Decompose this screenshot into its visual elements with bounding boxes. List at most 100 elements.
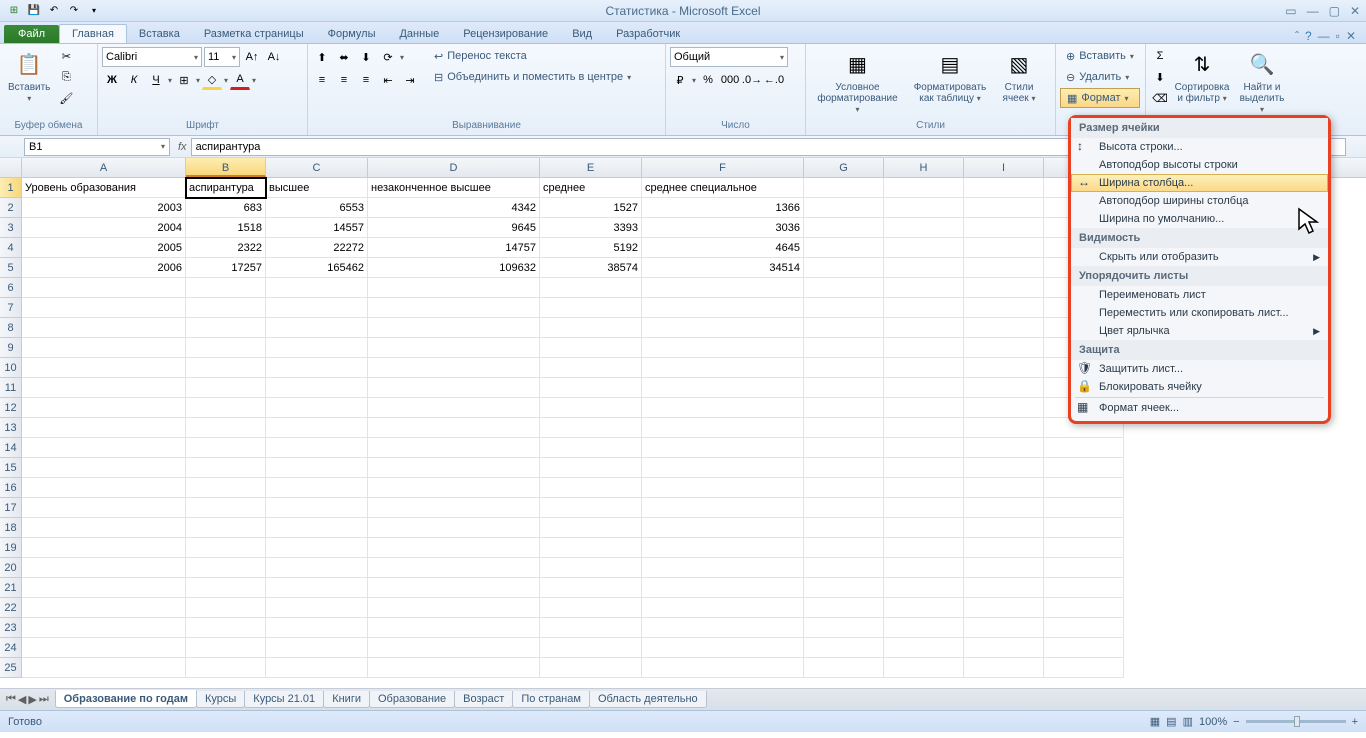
- row-header[interactable]: 6: [0, 278, 22, 298]
- row-header[interactable]: 16: [0, 478, 22, 498]
- number-format-combo[interactable]: Общий▾: [670, 47, 788, 67]
- cell[interactable]: [540, 638, 642, 658]
- row-header[interactable]: 24: [0, 638, 22, 658]
- cell[interactable]: [804, 318, 884, 338]
- cell[interactable]: [540, 518, 642, 538]
- cell[interactable]: [884, 238, 964, 258]
- cell[interactable]: Уровень образования: [22, 178, 186, 198]
- cell[interactable]: [804, 298, 884, 318]
- sheet-tab[interactable]: Курсы: [196, 691, 245, 708]
- name-box[interactable]: B1▾: [24, 138, 170, 156]
- cell[interactable]: [186, 458, 266, 478]
- cell[interactable]: [884, 438, 964, 458]
- cell[interactable]: [804, 438, 884, 458]
- cell[interactable]: [186, 638, 266, 658]
- cell[interactable]: [804, 198, 884, 218]
- cell[interactable]: [642, 438, 804, 458]
- cell[interactable]: [804, 658, 884, 678]
- copy-icon[interactable]: ⎘: [56, 67, 76, 87]
- cell[interactable]: [368, 598, 540, 618]
- cell[interactable]: [804, 618, 884, 638]
- menu-lock-cell[interactable]: 🔒Блокировать ячейку: [1071, 378, 1328, 396]
- cell[interactable]: [266, 518, 368, 538]
- zoom-slider[interactable]: [1246, 720, 1346, 723]
- cell[interactable]: [642, 418, 804, 438]
- view-page-icon[interactable]: ▤: [1166, 715, 1176, 728]
- cell[interactable]: [804, 178, 884, 198]
- cell[interactable]: [1044, 458, 1124, 478]
- cell[interactable]: [540, 538, 642, 558]
- cell[interactable]: [368, 638, 540, 658]
- cut-icon[interactable]: ✂: [56, 46, 76, 66]
- cell[interactable]: [642, 658, 804, 678]
- row-header[interactable]: 17: [0, 498, 22, 518]
- cell[interactable]: [368, 558, 540, 578]
- cell[interactable]: 109632: [368, 258, 540, 278]
- cell[interactable]: [804, 238, 884, 258]
- tab-insert[interactable]: Вставка: [127, 25, 192, 43]
- cell[interactable]: [266, 618, 368, 638]
- cell[interactable]: [22, 638, 186, 658]
- sheet-tab[interactable]: Книги: [323, 691, 370, 708]
- sort-filter-button[interactable]: ⇅ Сортировка и фильтр ▾: [1172, 46, 1232, 106]
- cell[interactable]: [266, 418, 368, 438]
- cell[interactable]: [884, 338, 964, 358]
- cell[interactable]: 9645: [368, 218, 540, 238]
- cell[interactable]: [964, 178, 1044, 198]
- cell[interactable]: 1366: [642, 198, 804, 218]
- cell[interactable]: 165462: [266, 258, 368, 278]
- cell[interactable]: [22, 498, 186, 518]
- cell[interactable]: [540, 478, 642, 498]
- zoom-level[interactable]: 100%: [1199, 716, 1227, 728]
- autosum-icon[interactable]: Σ: [1150, 46, 1170, 66]
- cell[interactable]: 683: [186, 198, 266, 218]
- cell[interactable]: [804, 458, 884, 478]
- cell[interactable]: [642, 398, 804, 418]
- cell[interactable]: [964, 458, 1044, 478]
- cell[interactable]: [22, 658, 186, 678]
- align-middle-icon[interactable]: ⬌: [334, 47, 354, 67]
- cell[interactable]: [642, 378, 804, 398]
- col-header-E[interactable]: E: [540, 158, 642, 177]
- zoom-out-icon[interactable]: −: [1233, 716, 1239, 728]
- tab-developer[interactable]: Разработчик: [604, 25, 692, 43]
- cell[interactable]: [186, 338, 266, 358]
- cell[interactable]: [964, 418, 1044, 438]
- indent-icon[interactable]: ⇥: [400, 70, 420, 90]
- outdent-icon[interactable]: ⇤: [378, 70, 398, 90]
- cell[interactable]: [804, 598, 884, 618]
- cell[interactable]: [22, 558, 186, 578]
- cell[interactable]: [1044, 518, 1124, 538]
- cell[interactable]: [1044, 478, 1124, 498]
- tab-formulas[interactable]: Формулы: [316, 25, 388, 43]
- cell[interactable]: [884, 478, 964, 498]
- cell[interactable]: 2006: [22, 258, 186, 278]
- cell[interactable]: [964, 578, 1044, 598]
- cell[interactable]: [964, 378, 1044, 398]
- cell[interactable]: [642, 578, 804, 598]
- cell[interactable]: [540, 618, 642, 638]
- menu-row-height[interactable]: ↕Высота строки...: [1071, 138, 1328, 156]
- cell[interactable]: [964, 518, 1044, 538]
- cell[interactable]: [884, 518, 964, 538]
- cell[interactable]: [964, 258, 1044, 278]
- cell[interactable]: [642, 478, 804, 498]
- decrease-decimal-icon[interactable]: ←.0: [764, 70, 784, 90]
- sheet-next-icon[interactable]: ▶: [28, 693, 36, 706]
- cell[interactable]: [964, 538, 1044, 558]
- cell[interactable]: 2003: [22, 198, 186, 218]
- save-icon[interactable]: 💾: [26, 3, 42, 19]
- cell[interactable]: [964, 658, 1044, 678]
- maximize-icon[interactable]: ▢: [1329, 4, 1340, 18]
- row-header[interactable]: 9: [0, 338, 22, 358]
- cell[interactable]: [804, 358, 884, 378]
- cell[interactable]: [266, 378, 368, 398]
- cell[interactable]: [186, 558, 266, 578]
- row-header[interactable]: 22: [0, 598, 22, 618]
- fill-icon[interactable]: ⬇: [1150, 67, 1170, 87]
- cell[interactable]: [884, 658, 964, 678]
- cell[interactable]: [642, 638, 804, 658]
- fx-icon[interactable]: fx: [178, 141, 187, 153]
- cell[interactable]: [804, 218, 884, 238]
- cell[interactable]: 4342: [368, 198, 540, 218]
